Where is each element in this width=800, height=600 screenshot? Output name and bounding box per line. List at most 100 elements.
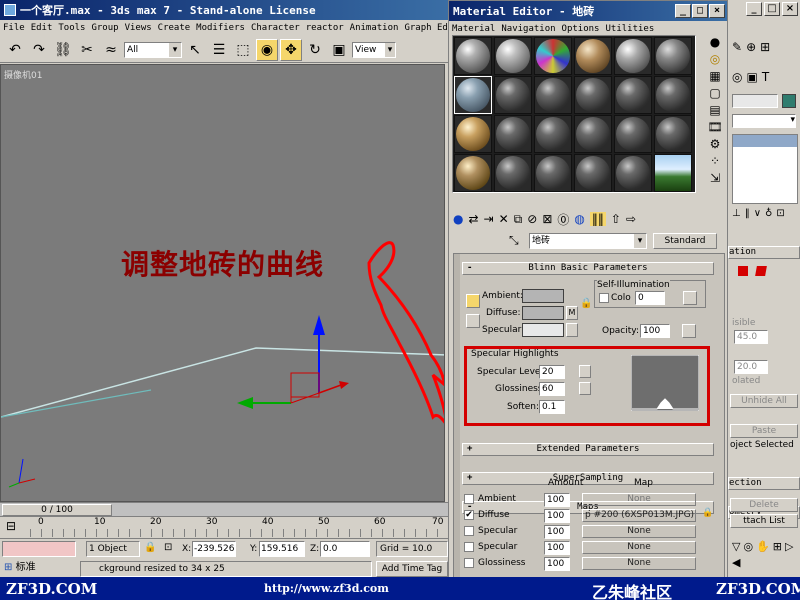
map-amount-spinner[interactable]: 100 [544, 525, 570, 539]
sample-slot[interactable] [654, 115, 692, 153]
sample-slot[interactable] [494, 115, 532, 153]
lock-icon[interactable]: 🔒 [702, 508, 713, 518]
go-to-parent-icon[interactable]: ⇧ [611, 212, 621, 226]
select-rotate-icon[interactable]: ↻ [304, 39, 326, 61]
glossiness-spinner[interactable]: 60 [539, 382, 565, 396]
unlink-icon[interactable]: ✂ [76, 39, 98, 61]
menu-material[interactable]: Material [449, 24, 498, 34]
specular-map-button[interactable] [566, 323, 578, 337]
get-material-icon[interactable]: ● [453, 212, 463, 226]
menu-file[interactable]: File [0, 23, 28, 33]
sample-slot[interactable] [534, 76, 572, 114]
specular-level-spinner[interactable]: 20 [539, 365, 565, 379]
remove-modifier-icon[interactable]: ♁ [765, 208, 772, 219]
lock-selection-icon[interactable]: 🔒 [144, 542, 156, 553]
motion-tab-icon[interactable]: ◎ [732, 70, 742, 84]
map-amount-spinner[interactable]: 100 [544, 493, 570, 507]
map-slot-button[interactable]: None [582, 525, 696, 538]
menu-options[interactable]: Options [559, 24, 603, 34]
menu-create[interactable]: Create [155, 23, 194, 33]
self-illumination-spinner[interactable]: 0 [635, 291, 665, 305]
sample-slot[interactable] [454, 154, 492, 192]
zoom-icon[interactable]: ▽ [732, 540, 740, 553]
sample-slot[interactable] [654, 76, 692, 114]
menu-character[interactable]: Character [248, 23, 303, 33]
ambient-diffuse-lock-button[interactable] [466, 294, 480, 308]
configure-sets-icon[interactable]: ⊡ [776, 208, 784, 219]
y-coordinate-field[interactable]: 159.516 [259, 541, 305, 557]
sample-slot[interactable] [654, 37, 692, 75]
map-slot-button[interactable]: None [582, 541, 696, 554]
track-bar[interactable]: ⊟ 0 10 20 30 40 50 60 70 [0, 516, 448, 538]
make-unique-icon[interactable]: ⊘ [527, 212, 537, 226]
ambient-color-swatch[interactable] [522, 289, 564, 303]
sample-slot[interactable] [654, 154, 692, 192]
map-amount-spinner[interactable]: 100 [544, 509, 570, 523]
vertex-icon[interactable] [738, 266, 748, 276]
go-forward-to-sibling-icon[interactable]: ⇨ [626, 212, 636, 226]
window-crossing-icon[interactable]: ◉ [256, 38, 278, 61]
close-icon[interactable]: × [782, 2, 798, 16]
specular-color-swatch[interactable] [522, 323, 564, 337]
glossiness-map-button[interactable] [579, 382, 591, 395]
self-illumination-map-button[interactable] [683, 291, 697, 305]
menu-views[interactable]: Views [122, 23, 155, 33]
rectangular-selection-icon[interactable]: ⬚ [232, 39, 254, 61]
sample-uv-tiling-icon[interactable]: ▢ [709, 86, 720, 100]
undo-icon[interactable]: ↶ [4, 39, 26, 61]
backlight-icon[interactable]: ◎ [710, 52, 720, 66]
menu-tools[interactable]: Tools [55, 23, 88, 33]
bind-space-warp-icon[interactable]: ≈ [100, 39, 122, 61]
menu-navigation[interactable]: Navigation [498, 24, 558, 34]
modify-tab-icon[interactable]: ⊕ [746, 40, 756, 54]
rollout-extended-parameters[interactable]: + Extended Parameters [462, 443, 714, 456]
sample-slot[interactable] [614, 37, 652, 75]
reset-map-icon[interactable]: ✕ [499, 212, 509, 226]
orbit-icon[interactable]: ◎ [743, 540, 753, 553]
sample-slot[interactable] [494, 37, 532, 75]
make-preview-icon[interactable]: 🎞 [707, 120, 722, 134]
camera-viewport[interactable]: 摄像机01 调整地砖的曲线 [0, 64, 445, 502]
rollout-scrollbar[interactable] [454, 254, 460, 577]
specular-level-map-button[interactable] [579, 365, 591, 378]
put-to-library-icon[interactable]: ⊠ [542, 212, 552, 226]
soften-spinner[interactable]: 0.1 [539, 400, 565, 414]
maximize-viewport-icon[interactable]: ⊞ [773, 540, 782, 553]
fov-icon[interactable]: ▷ [785, 540, 793, 553]
sample-slot[interactable] [494, 76, 532, 114]
unhide-all-button[interactable]: Unhide All [730, 394, 798, 408]
map-enable-checkbox[interactable] [464, 494, 474, 504]
material-map-navigator-icon[interactable]: ⇲ [710, 171, 720, 185]
map-enable-checkbox[interactable]: ✔ [464, 510, 474, 520]
show-end-result-icon[interactable]: ‖ [745, 208, 750, 219]
menu-modifiers[interactable]: Modifiers [193, 23, 248, 33]
rollout-section-3[interactable]: ation [728, 246, 800, 259]
menu-edit[interactable]: Edit [28, 23, 56, 33]
put-to-scene-icon[interactable]: ⇄ [468, 212, 478, 226]
sample-slot[interactable] [494, 154, 532, 192]
reference-coordinate-dropdown[interactable]: View ▾ [352, 41, 396, 58]
make-copy-icon[interactable]: ⧉ [514, 212, 523, 227]
rollout-supersampling[interactable]: + SuperSampling [462, 472, 714, 485]
sample-slot[interactable] [574, 76, 612, 114]
object-color-swatch[interactable] [782, 94, 796, 108]
delete-button[interactable]: Delete [730, 498, 798, 512]
map-amount-spinner[interactable]: 100 [544, 557, 570, 571]
modifier-stack[interactable] [732, 134, 798, 204]
sample-slot[interactable] [614, 76, 652, 114]
absolute-mode-icon[interactable]: ⊡ [164, 542, 172, 553]
sample-slot[interactable] [614, 115, 652, 153]
assign-to-selection-icon[interactable]: ⇥ [484, 212, 494, 226]
close-icon[interactable]: × [709, 4, 725, 18]
options-icon[interactable]: ⚙ [710, 137, 721, 151]
show-end-result-icon[interactable]: ‖‖ [589, 212, 606, 226]
menu-animation[interactable]: Animation [347, 23, 402, 33]
rollout-section-1[interactable]: ection [728, 477, 800, 490]
diffuse-specular-lock-button[interactable] [466, 314, 480, 328]
sample-slot[interactable] [534, 154, 572, 192]
selection-filter-dropdown[interactable]: All ▾ [124, 41, 182, 58]
attach-list-button[interactable]: ttach List [730, 514, 798, 528]
map-amount-spinner[interactable]: 100 [544, 541, 570, 555]
menu-reactor[interactable]: reactor [303, 23, 347, 33]
map-enable-checkbox[interactable] [464, 526, 474, 536]
